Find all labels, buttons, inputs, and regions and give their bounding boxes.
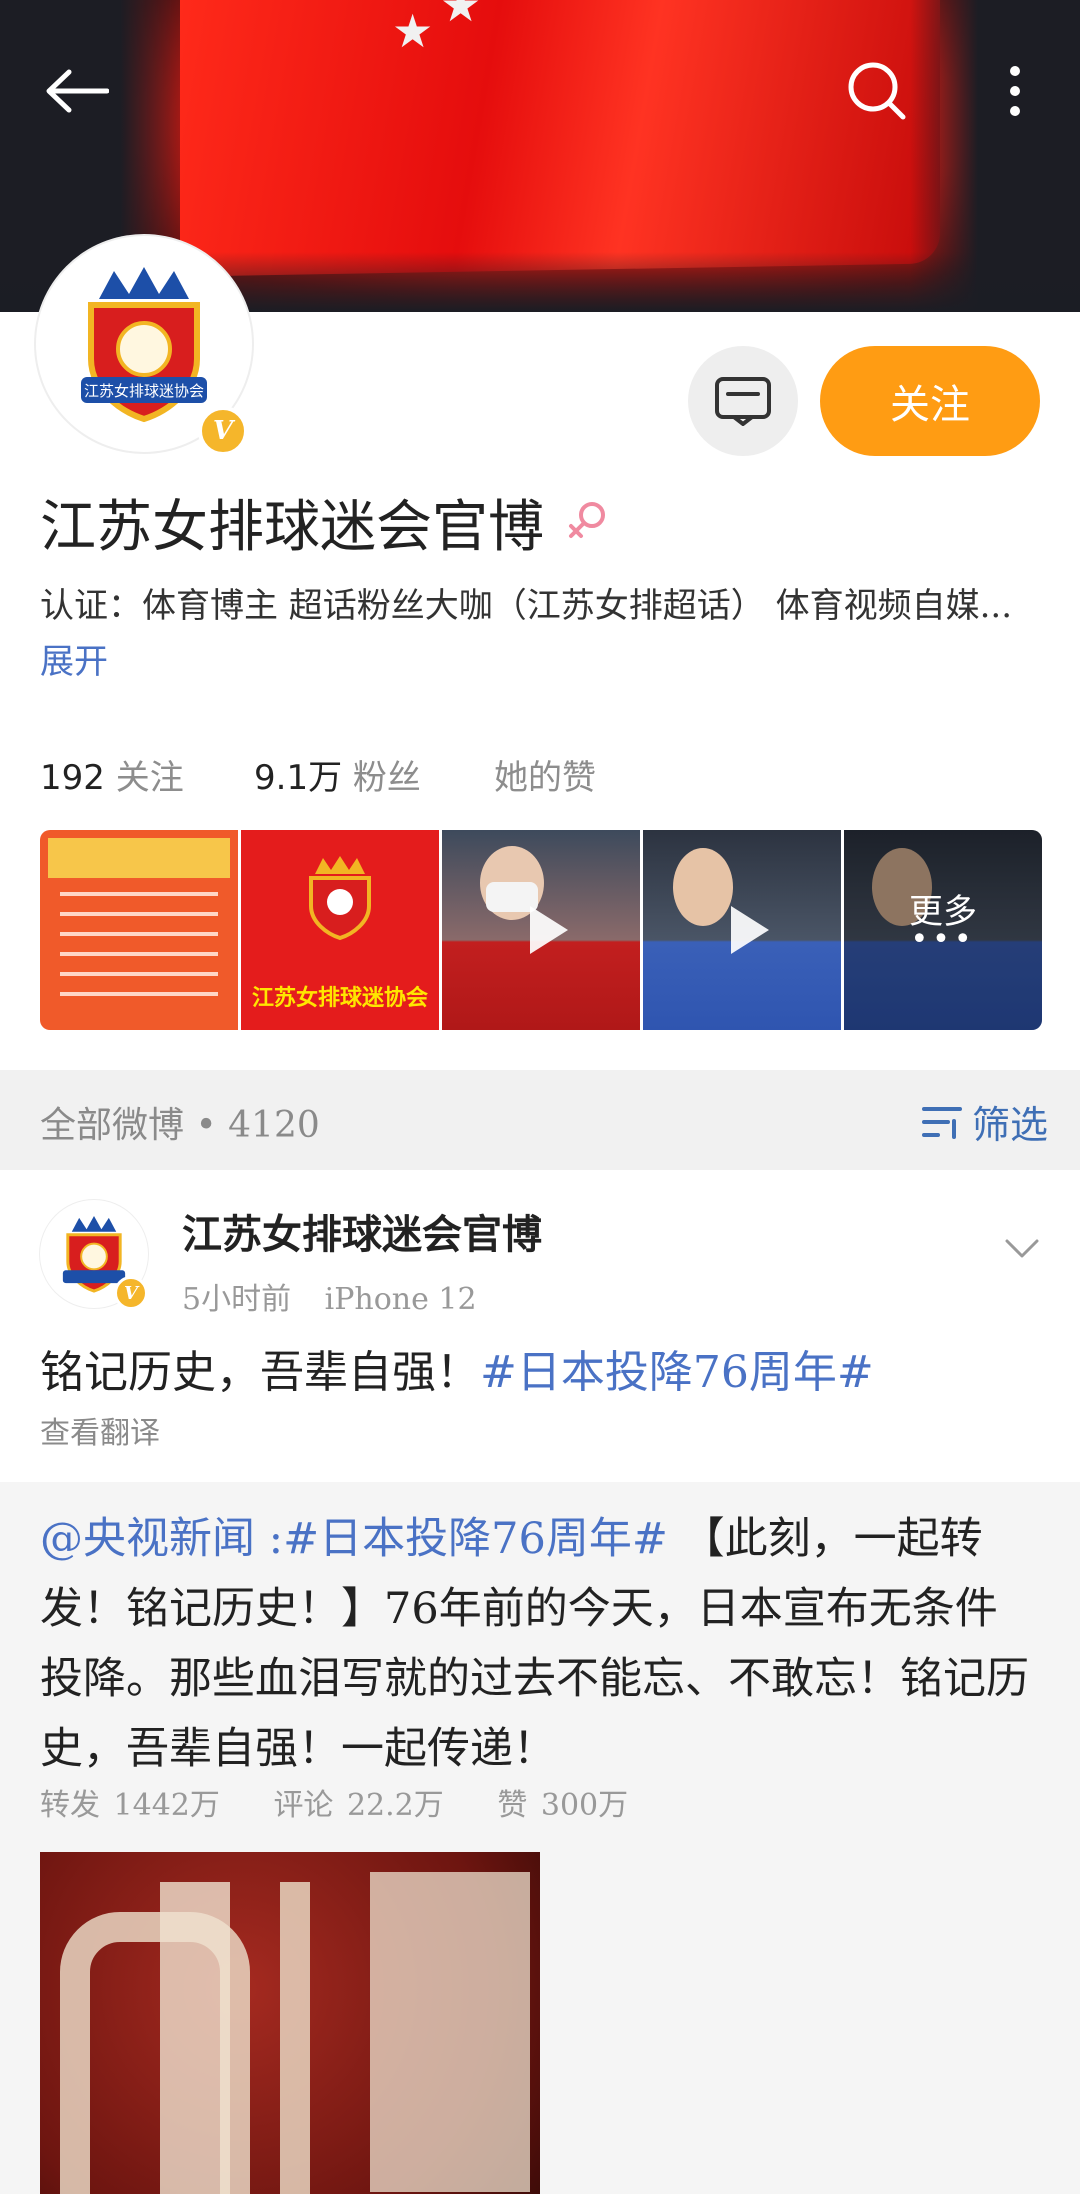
feed-section-bar: 全部微博 • 4120 筛选 bbox=[0, 1070, 1080, 1170]
poster-line bbox=[60, 992, 218, 996]
verified-badge-icon: V bbox=[114, 1276, 148, 1310]
repost-stats: 转发 1442万 评论 22.2万 赞 300万 bbox=[40, 1780, 628, 1824]
more-dots-icon: ••• bbox=[910, 922, 976, 957]
search-button[interactable] bbox=[842, 56, 912, 126]
image-figure-1 bbox=[280, 1882, 310, 2194]
likes-stat[interactable]: 她的赞 bbox=[494, 750, 596, 799]
search-icon bbox=[848, 62, 906, 120]
post-time: 5小时前 bbox=[182, 1282, 292, 1317]
following-label: 关注 bbox=[115, 758, 184, 798]
all-posts-tab[interactable]: 全部微博 • 4120 bbox=[40, 1096, 320, 1148]
poster-line bbox=[60, 932, 218, 936]
translate-link[interactable]: 查看翻译 bbox=[40, 1408, 160, 1452]
poster-line bbox=[60, 952, 218, 956]
banner-flag-image bbox=[180, 0, 940, 277]
filter-label: 筛选 bbox=[971, 1103, 1048, 1147]
fans-stat[interactable]: 9.1万 粉丝 bbox=[254, 750, 421, 799]
chevron-down-icon bbox=[1005, 1239, 1039, 1258]
flag-star: ★ bbox=[440, 0, 482, 32]
post-meta: 5小时前 iPhone 12 bbox=[182, 1274, 477, 1318]
all-posts-label: 全部微博 bbox=[40, 1105, 185, 1146]
media-thumbnail-strip: 江苏女排球迷协会 更多 ••• bbox=[40, 830, 1042, 1030]
poster-line bbox=[60, 972, 218, 976]
thumbnail-schedule-poster[interactable] bbox=[40, 830, 238, 1030]
fans-label: 粉丝 bbox=[352, 758, 421, 798]
repost-image[interactable] bbox=[40, 1852, 540, 2194]
filter-button[interactable]: 筛选 bbox=[921, 1094, 1048, 1149]
club-logo-icon: 江苏女排球迷协会 bbox=[81, 267, 207, 423]
fans-count: 9.1万 bbox=[254, 758, 343, 798]
thumbnail-club-poster[interactable]: 江苏女排球迷协会 bbox=[241, 830, 439, 1030]
more-vertical-icon bbox=[1010, 66, 1020, 116]
svg-text:江苏女排球迷协会: 江苏女排球迷协会 bbox=[84, 382, 204, 400]
post-hashtag-link[interactable]: #日本投降76周年# bbox=[480, 1347, 874, 1398]
verification-text: 认证：体育博主 超话粉丝大咖（江苏女排超话） 体育视频自媒... bbox=[40, 586, 1013, 626]
poster-header bbox=[48, 838, 230, 878]
thumbnail-more[interactable]: 更多 ••• bbox=[844, 830, 1042, 1030]
follow-button[interactable]: 关注 bbox=[820, 346, 1040, 456]
repost-mention-link[interactable]: @央视新闻 bbox=[40, 1514, 255, 1564]
repost-comment-count: 评论 22.2万 bbox=[273, 1788, 444, 1823]
verification-info: 认证：体育博主 超话粉丝大咖（江苏女排超话） 体育视频自媒... 展开 bbox=[40, 578, 1030, 690]
expand-link[interactable]: 展开 bbox=[40, 642, 108, 682]
verified-badge-icon: V bbox=[198, 406, 248, 456]
repost-like-count: 赞 300万 bbox=[497, 1788, 629, 1823]
back-button[interactable] bbox=[42, 56, 112, 126]
profile-name: 江苏女排球迷会官博 bbox=[40, 495, 544, 560]
repost-text: @央视新闻 :#日本投降76周年# 【此刻，一起转发！铭记历史！】76年前的今天… bbox=[40, 1504, 1040, 1784]
female-gender-icon bbox=[566, 498, 610, 546]
repost-count: 转发 1442万 bbox=[40, 1788, 220, 1823]
filter-icon bbox=[921, 1106, 962, 1139]
thumbnail-video-coach[interactable] bbox=[442, 830, 640, 1030]
club-poster-caption: 江苏女排球迷协会 bbox=[251, 986, 428, 1011]
newspaper-column bbox=[160, 1882, 230, 2194]
play-icon bbox=[530, 906, 568, 954]
message-button[interactable] bbox=[688, 346, 798, 456]
more-options-button[interactable] bbox=[980, 56, 1050, 126]
flag-star: ★ bbox=[392, 4, 434, 58]
following-stat[interactable]: 192 关注 bbox=[40, 750, 184, 799]
post-text-body: 铭记历史，吾辈自强！ bbox=[40, 1347, 480, 1398]
repost-colon: : bbox=[255, 1514, 284, 1564]
newspaper-column bbox=[370, 1872, 530, 2192]
reposted-content[interactable]: @央视新闻 :#日本投降76周年# 【此刻，一起转发！铭记历史！】76年前的今天… bbox=[0, 1482, 1080, 2194]
poster-line bbox=[60, 892, 218, 896]
post-text: 铭记历史，吾辈自强！#日本投降76周年# bbox=[40, 1336, 874, 1400]
person-face bbox=[673, 848, 733, 926]
thumbnail-video-player-1[interactable] bbox=[643, 830, 841, 1030]
post-count: 4120 bbox=[228, 1105, 320, 1146]
repost-hashtag-link[interactable]: #日本投降76周年# bbox=[283, 1514, 668, 1564]
poster-line bbox=[60, 912, 218, 916]
message-icon bbox=[715, 377, 771, 426]
post-author-name[interactable]: 江苏女排球迷会官博 bbox=[182, 1202, 542, 1260]
play-icon bbox=[731, 906, 769, 954]
back-arrow-icon bbox=[46, 69, 109, 113]
post-device: iPhone 12 bbox=[324, 1282, 477, 1317]
club-logo-icon bbox=[309, 856, 371, 941]
following-count: 192 bbox=[40, 758, 105, 798]
post-menu-button[interactable] bbox=[1004, 1238, 1040, 1264]
